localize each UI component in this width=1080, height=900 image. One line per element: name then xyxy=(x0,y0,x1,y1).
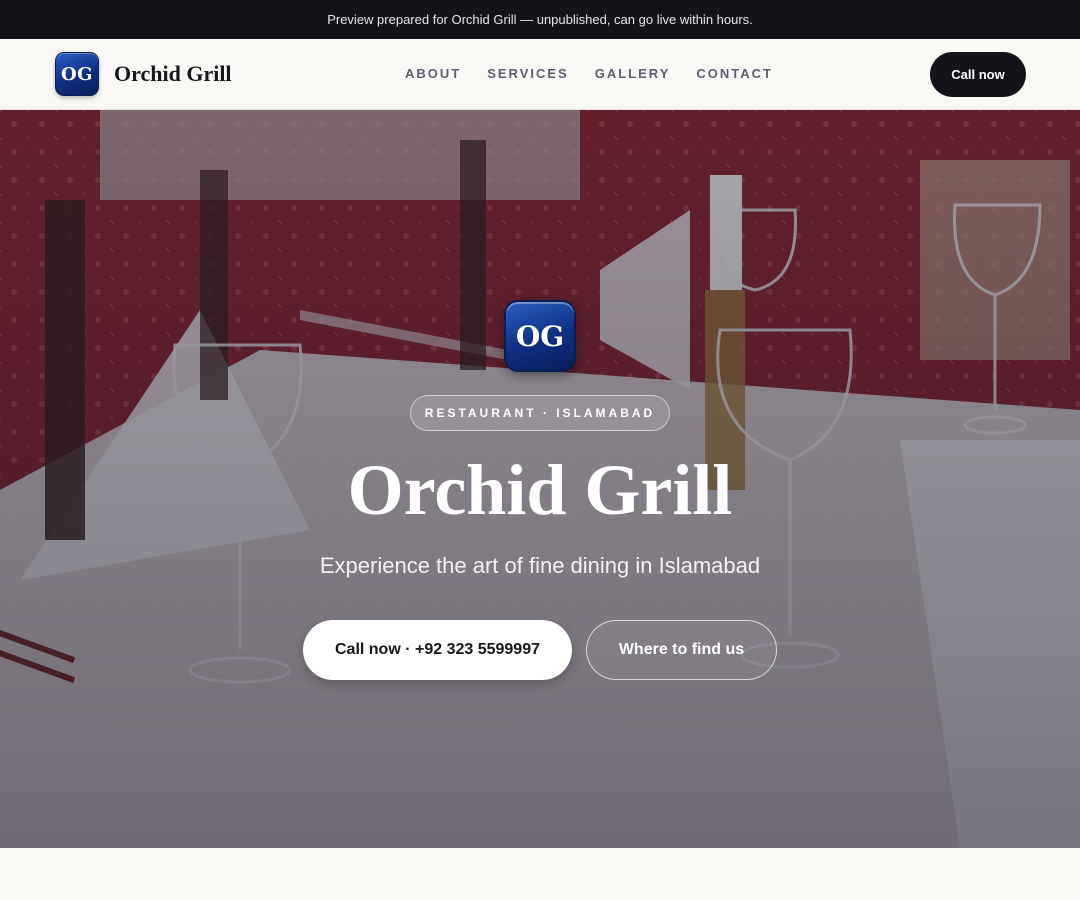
nav-gallery[interactable]: GALLERY xyxy=(595,66,671,81)
hero-title: Orchid Grill xyxy=(347,450,733,530)
site-header: OG Orchid Grill ABOUT SERVICES GALLERY C… xyxy=(0,39,1080,110)
main-nav: ABOUT SERVICES GALLERY CONTACT xyxy=(405,66,799,81)
header-call-button[interactable]: Call now xyxy=(930,52,1026,97)
preview-banner-text: Preview prepared for Orchid Grill — unpu… xyxy=(327,12,753,27)
call-now-button[interactable]: Call now · +92 323 5599997 xyxy=(303,620,572,680)
hero-logo-badge: OG xyxy=(504,300,576,372)
nav-contact[interactable]: CONTACT xyxy=(696,66,773,81)
hero-tagline: RESTAURANT · ISLAMABAD xyxy=(410,395,670,431)
hero-subtitle: Experience the art of fine dining in Isl… xyxy=(319,553,761,578)
find-us-button[interactable]: Where to find us xyxy=(586,620,777,680)
logo-badge[interactable]: OG xyxy=(55,52,99,96)
nav-services[interactable]: SERVICES xyxy=(487,66,569,81)
preview-banner: Preview prepared for Orchid Grill — unpu… xyxy=(0,0,1080,39)
hero-section: OG RESTAURANT · ISLAMABAD Orchid Grill E… xyxy=(0,110,1080,848)
brand-name[interactable]: Orchid Grill xyxy=(114,61,232,87)
nav-about[interactable]: ABOUT xyxy=(405,66,461,81)
